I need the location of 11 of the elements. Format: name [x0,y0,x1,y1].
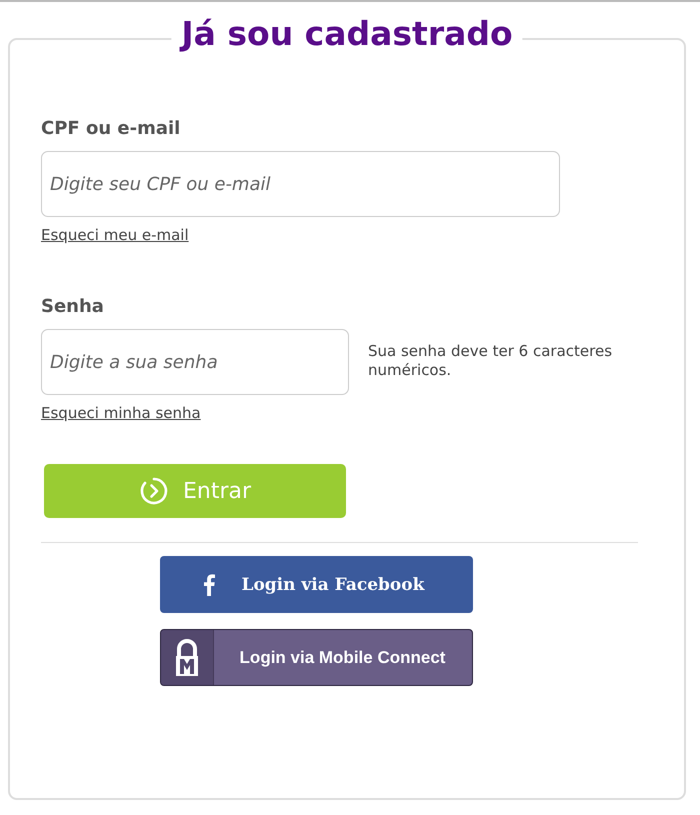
mobile-connect-login-button[interactable]: Login via Mobile Connect [160,629,472,686]
forgot-link[interactable]: Esqueci minha senha [41,404,201,422]
input-field[interactable]: Digite seu CPF ou e-mail [41,151,560,217]
field-label: CPF ou e-mail [41,118,182,139]
facebook-login-button[interactable]: Login via Facebook [160,556,472,613]
letter-f-icon [202,574,216,596]
input-field[interactable]: Digite a sua senha [41,329,349,395]
forgot-link[interactable]: Esqueci meu e-mail [41,226,189,244]
field-label: Senha [41,296,105,317]
hint-text: Sua senha deve ter 6 caracteres numéricos. [368,341,614,380]
padlock-icon [174,638,200,678]
